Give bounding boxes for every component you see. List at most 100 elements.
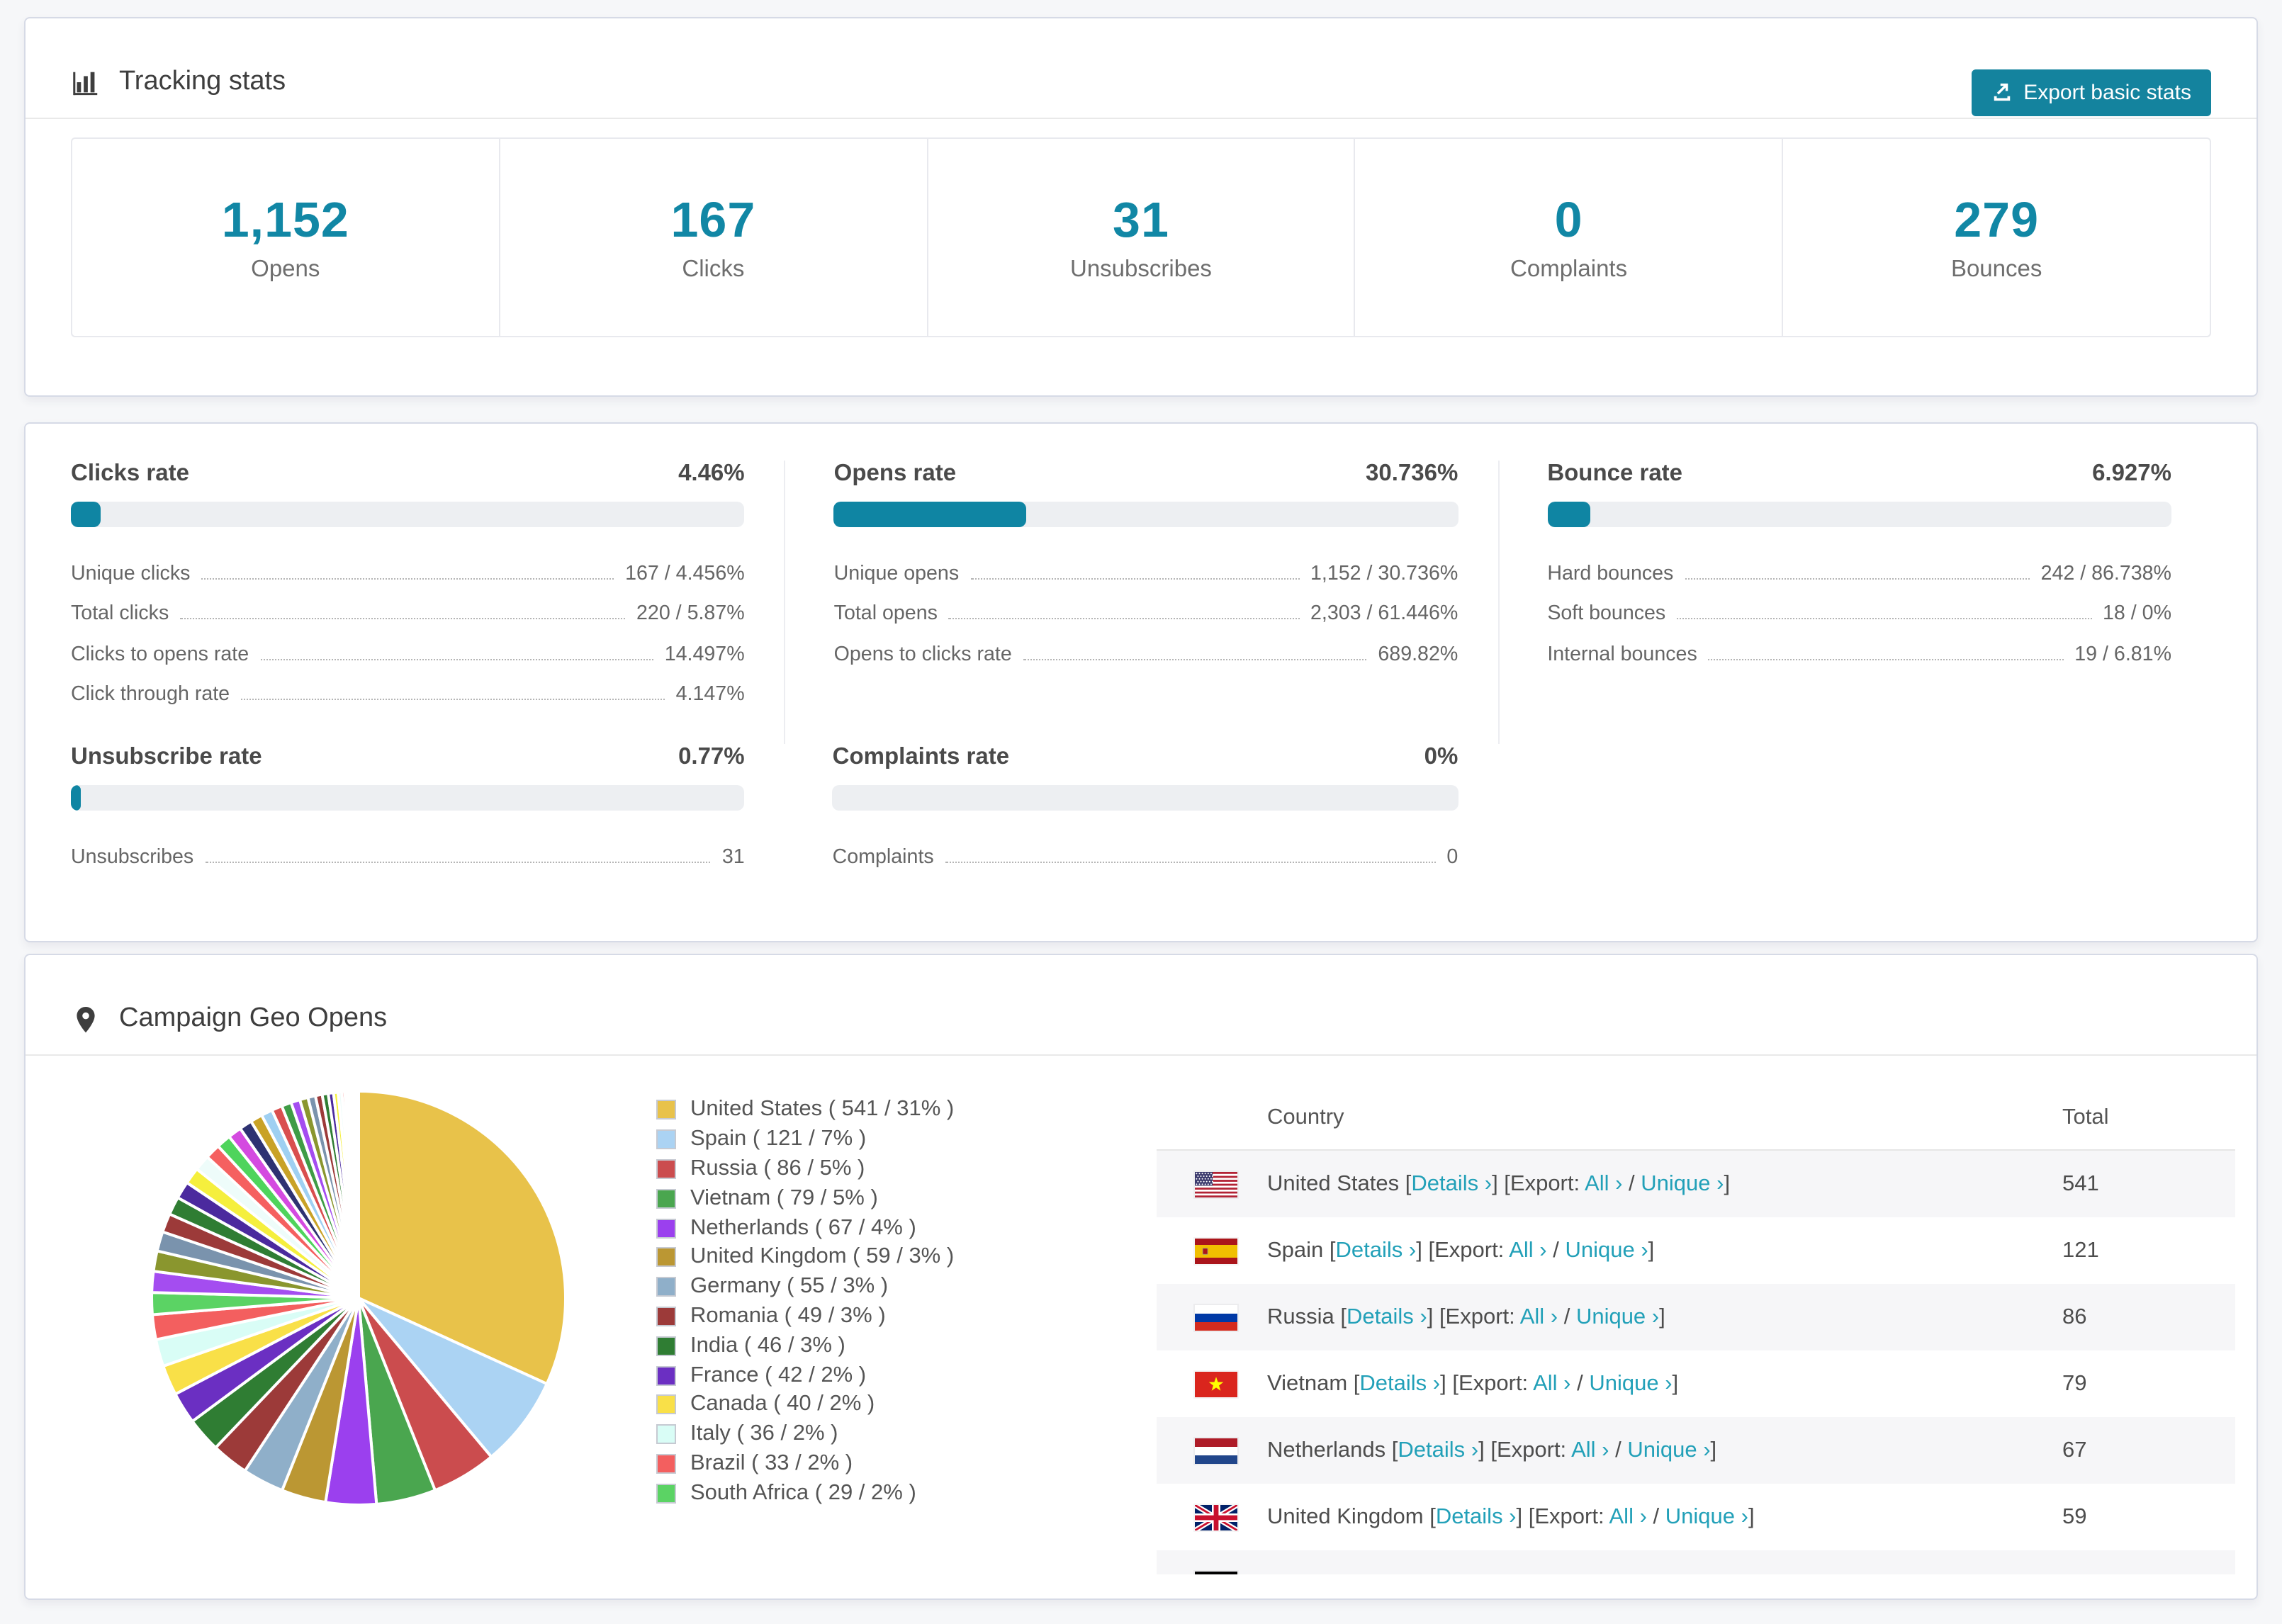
- legend-item[interactable]: Brazil ( 33 / 2% ): [656, 1449, 954, 1479]
- summary-stat: 167 Clicks: [498, 139, 927, 336]
- rate-detail-rows: Complaints 0: [833, 828, 1458, 868]
- dotted-leader: [260, 658, 653, 660]
- country-name: Netherlands: [1267, 1438, 1392, 1462]
- country-cell: Russia [Details ›] [Export: All › / Uniq…: [1267, 1304, 1665, 1329]
- rate-detail-row: Unique opens 1,152 / 30.736%: [834, 544, 1458, 585]
- country-name: United States: [1267, 1171, 1405, 1195]
- export-unique-link[interactable]: Unique ›: [1576, 1304, 1659, 1329]
- summary-stat: 0 Complaints: [1354, 139, 1782, 336]
- rate-detail-value: 242 / 86.738%: [2040, 562, 2171, 585]
- summary-stat-label: Bounces: [1950, 256, 2042, 281]
- country-name: Vietnam: [1267, 1371, 1354, 1395]
- dotted-leader: [241, 699, 665, 700]
- details-link[interactable]: Details ›: [1347, 1304, 1427, 1329]
- country-flag-ru: [1195, 1304, 1237, 1330]
- legend-swatch: [656, 1100, 676, 1120]
- details-link[interactable]: Details ›: [1436, 1504, 1517, 1528]
- page-title: Tracking stats: [119, 67, 286, 96]
- legend-label: Netherlands ( 67 / 4% ): [690, 1215, 916, 1240]
- rate-progress-bar: [1547, 502, 2171, 527]
- country-flag-es: [1195, 1238, 1237, 1263]
- rate-detail-label: Soft bounces: [1547, 602, 1666, 625]
- export-unique-link[interactable]: Unique ›: [1627, 1438, 1710, 1462]
- rate-detail-value: 2,303 / 61.446%: [1310, 602, 1458, 625]
- legend-item[interactable]: France ( 42 / 2% ): [656, 1360, 954, 1390]
- details-link[interactable]: Details ›: [1411, 1171, 1492, 1195]
- rate-block-empty: [1497, 744, 2211, 868]
- export-all-link[interactable]: All ›: [1571, 1438, 1609, 1462]
- rate-detail-label: Click through rate: [71, 683, 230, 706]
- country-cell: Netherlands [Details ›] [Export: All › /…: [1267, 1438, 1717, 1462]
- rate-detail-value: 14.497%: [664, 643, 745, 665]
- legend-label: Russia ( 86 / 5% ): [690, 1156, 865, 1180]
- rate-value: 6.927%: [2092, 461, 2171, 486]
- legend-item[interactable]: Romania ( 49 / 3% ): [656, 1302, 954, 1331]
- rate-detail-value: 0: [1446, 845, 1458, 868]
- legend-item[interactable]: Russia ( 86 / 5% ): [656, 1154, 954, 1184]
- summary-stat: 1,152 Opens: [72, 139, 499, 336]
- details-link[interactable]: Details ›: [1398, 1438, 1478, 1462]
- rate-title: Complaints rate: [832, 744, 1010, 769]
- legend-item[interactable]: India ( 46 / 3% ): [656, 1331, 954, 1361]
- export-unique-link[interactable]: Unique ›: [1589, 1371, 1672, 1395]
- rate-detail-label: Hard bounces: [1547, 562, 1674, 585]
- legend-item[interactable]: Netherlands ( 67 / 4% ): [656, 1213, 954, 1243]
- rate-detail-row: Opens to clicks rate 689.82%: [834, 625, 1458, 665]
- pie-slice[interactable]: [356, 1089, 360, 1299]
- legend-item[interactable]: South Africa ( 29 / 2% ): [656, 1479, 954, 1509]
- geo-title-group: Campaign Geo Opens: [71, 1003, 387, 1034]
- rate-value: 0.77%: [678, 744, 745, 769]
- rate-block: Bounce rate 6.927% Hard bounces 242 / 86.73…: [1497, 461, 2211, 744]
- geo-pie-chart[interactable]: [149, 1088, 568, 1508]
- details-link[interactable]: Details ›: [1359, 1371, 1440, 1395]
- rate-detail-row: Complaints 0: [833, 828, 1458, 868]
- details-link[interactable]: Details ›: [1336, 1238, 1417, 1262]
- rate-title: Bounce rate: [1547, 461, 1683, 486]
- export-basic-stats-button[interactable]: Export basic stats: [1971, 69, 2211, 115]
- summary-stat: 31 Unsubscribes: [926, 139, 1354, 336]
- page: Tracking stats Export basic stats 1,152 O…: [0, 0, 2282, 1624]
- geo-table-row: Netherlands [Details ›] [Export: All › /…: [1157, 1417, 2235, 1484]
- export-all-link[interactable]: All ›: [1609, 1504, 1647, 1528]
- rates-row-1: Clicks rate 4.46% Unique clicks 167 / 4.456…: [71, 461, 2211, 744]
- legend-label: Canada ( 40 / 2% ): [690, 1392, 875, 1416]
- rate-detail-row: Unique clicks 167 / 4.456%: [71, 544, 745, 585]
- legend-item[interactable]: United Kingdom ( 59 / 3% ): [656, 1243, 954, 1273]
- rate-title: Clicks rate: [71, 461, 189, 486]
- rate-progress-fill: [71, 502, 101, 527]
- rate-progress-fill: [833, 502, 1026, 527]
- country-flag-gb: [1195, 1504, 1237, 1530]
- export-unique-link[interactable]: Unique ›: [1641, 1171, 1724, 1195]
- summary-stat-value: 0: [1554, 192, 1583, 247]
- geo-table-row: United States [Details ›] [Export: All ›…: [1157, 1151, 2235, 1217]
- export-all-link[interactable]: All ›: [1533, 1371, 1570, 1395]
- rate-detail-label: Opens to clicks rate: [833, 643, 1012, 665]
- summary-stat-value: 1,152: [221, 192, 349, 247]
- legend-item[interactable]: Canada ( 40 / 2% ): [656, 1390, 954, 1420]
- country-flag-vn: [1195, 1371, 1237, 1397]
- geo-table-row: [1157, 1550, 2235, 1574]
- geo-card-header: Campaign Geo Opens: [26, 955, 2256, 1054]
- legend-item[interactable]: Spain ( 121 / 7% ): [656, 1125, 954, 1155]
- legend-item[interactable]: Vietnam ( 79 / 5% ): [656, 1184, 954, 1214]
- total-column-header: Total: [2062, 1105, 2109, 1129]
- export-unique-link[interactable]: Unique ›: [1665, 1504, 1748, 1528]
- export-all-link[interactable]: All ›: [1520, 1304, 1558, 1329]
- legend-item[interactable]: Italy ( 36 / 2% ): [656, 1420, 954, 1450]
- legend-swatch: [656, 1129, 676, 1150]
- summary-stat-label: Clicks: [682, 256, 745, 281]
- country-name: United Kingdom: [1267, 1504, 1430, 1528]
- country-cell: United States [Details ›] [Export: All ›…: [1267, 1171, 1731, 1195]
- geo-table-row: Vietnam [Details ›] [Export: All › / Uni…: [1157, 1350, 2235, 1417]
- geo-legend: United States ( 541 / 31% ) Spain ( 121 /…: [656, 1095, 954, 1508]
- export-unique-link[interactable]: Unique ›: [1565, 1238, 1648, 1262]
- legend-label: France ( 42 / 2% ): [690, 1363, 867, 1387]
- export-all-link[interactable]: All ›: [1509, 1238, 1546, 1262]
- legend-item[interactable]: Germany ( 55 / 3% ): [656, 1273, 954, 1302]
- legend-item[interactable]: United States ( 541 / 31% ): [656, 1095, 954, 1125]
- country-total: 67: [2062, 1438, 2087, 1462]
- export-all-link[interactable]: All ›: [1585, 1171, 1622, 1195]
- geo-opens-card: Campaign Geo Opens United States ( 541 /…: [24, 954, 2258, 1600]
- dotted-leader: [948, 618, 1300, 619]
- rate-header: Bounce rate 6.927%: [1547, 461, 2171, 487]
